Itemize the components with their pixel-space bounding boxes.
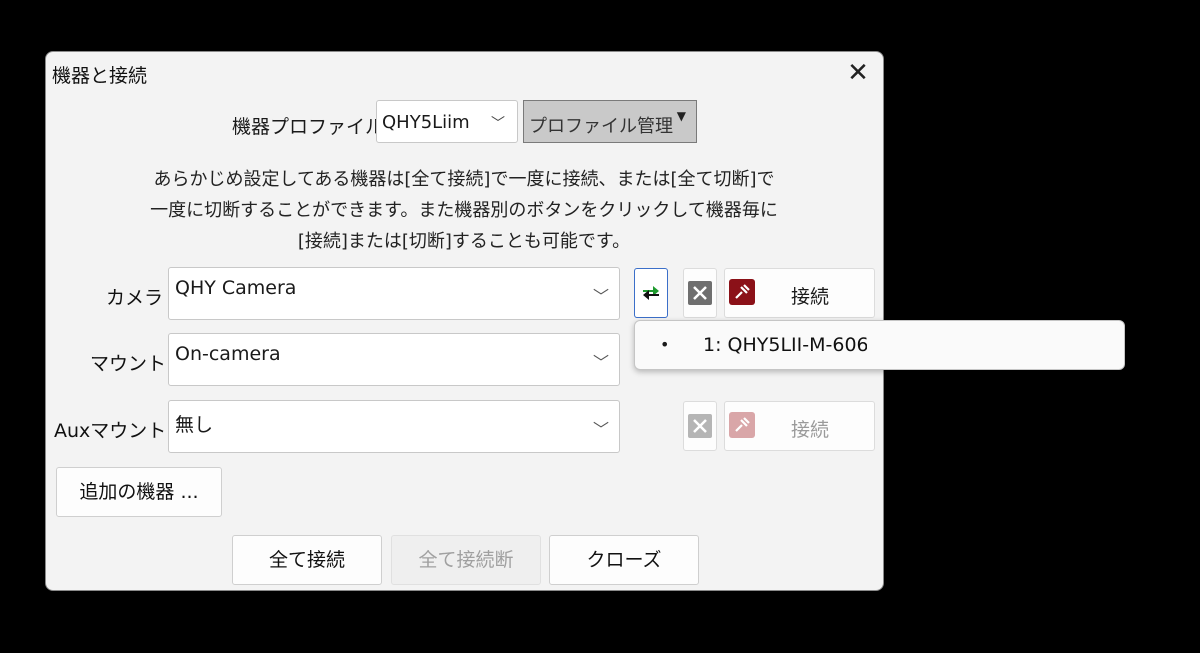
camera-select[interactable]: QHY Camera ﹀ xyxy=(168,267,620,320)
chevron-down-icon: ﹀ xyxy=(592,353,609,372)
disconnect-all-button[interactable]: 全て接続断 xyxy=(391,535,541,585)
camera-connect-button[interactable]: 接続 xyxy=(724,268,875,318)
connect-all-button[interactable]: 全て接続 xyxy=(232,535,382,585)
mount-label: マウント xyxy=(90,353,167,375)
caret-down-icon: ▼ xyxy=(676,109,686,123)
aux-mount-select[interactable]: 無し ﹀ xyxy=(168,400,620,453)
wrench-screwdriver-icon xyxy=(688,414,712,438)
chevron-down-icon: ﹀ xyxy=(592,287,609,306)
aux-mount-select-value: 無し xyxy=(175,414,214,436)
aux-mount-label: Auxマウント xyxy=(54,420,167,442)
popup-menu-item[interactable]: 1: QHY5LII-M-606 xyxy=(703,334,869,356)
chevron-down-icon: ﹀ xyxy=(592,420,609,439)
dialog-title: 機器と接続 xyxy=(52,65,148,87)
profile-select-value: QHY5Liim xyxy=(382,112,470,133)
description-line: 一度に切断することができます。また機器別のボタンをクリックして機器毎に xyxy=(150,200,778,221)
mount-select-value: On-camera xyxy=(175,343,281,365)
close-icon[interactable]: ✕ xyxy=(838,56,878,92)
selected-bullet: • xyxy=(660,335,670,354)
camera-settings-button[interactable] xyxy=(683,268,717,318)
refresh-arrows-icon xyxy=(643,286,659,300)
close-button[interactable]: クローズ xyxy=(549,535,699,585)
camera-connect-label: 接続 xyxy=(791,286,830,308)
wrench-screwdriver-icon xyxy=(688,281,712,305)
description-line: あらかじめ設定してある機器は[全て接続]で一度に接続、または[全て切断]で xyxy=(153,169,775,190)
profile-label: 機器プロファイル xyxy=(232,116,385,138)
aux-mount-settings-button[interactable] xyxy=(683,401,717,451)
description-line: [接続]または[切断]することも可能です。 xyxy=(297,231,631,252)
aux-mount-connect-button[interactable]: 接続 xyxy=(724,401,875,451)
description-text: あらかじめ設定してある機器は[全て接続]で一度に接続、または[全て切断]で 一度… xyxy=(66,164,862,257)
camera-device-popup: • 1: QHY5LII-M-606 xyxy=(634,320,1125,370)
mount-select[interactable]: On-camera ﹀ xyxy=(168,333,620,386)
plug-icon xyxy=(729,412,755,438)
profile-manage-label: プロファイル管理 xyxy=(529,116,673,137)
profile-manage-button[interactable]: プロファイル管理 ▼ xyxy=(523,100,697,143)
profile-select[interactable]: QHY5Liim ﹀ xyxy=(376,100,518,143)
plug-icon xyxy=(729,279,755,305)
camera-label: カメラ xyxy=(106,287,164,309)
more-devices-button[interactable]: 追加の機器 ... xyxy=(56,467,222,517)
aux-mount-connect-label: 接続 xyxy=(791,419,830,441)
chevron-down-icon: ﹀ xyxy=(491,116,505,132)
redacted-area xyxy=(867,333,1039,359)
camera-select-value: QHY Camera xyxy=(175,277,297,299)
camera-refresh-button[interactable] xyxy=(634,268,668,318)
